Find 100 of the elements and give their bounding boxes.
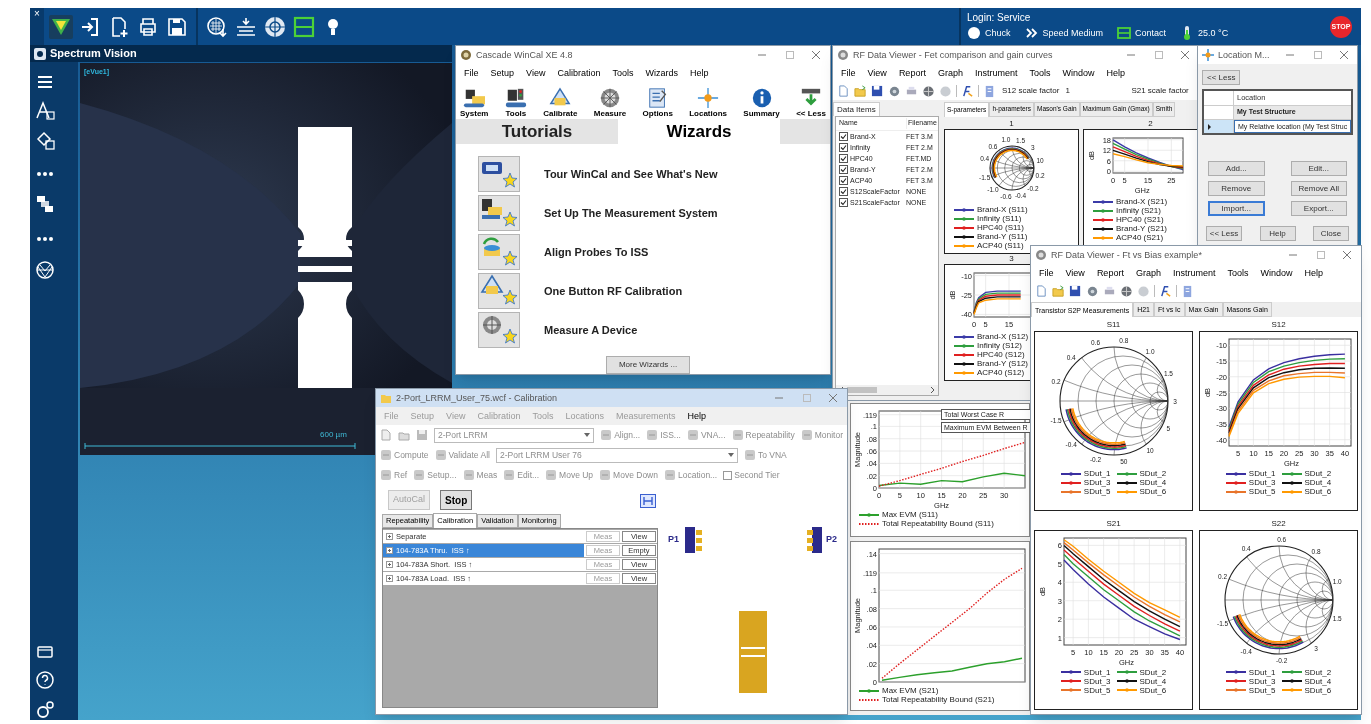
toolbar-button[interactable]: Setup... bbox=[413, 469, 457, 481]
toolbar-button[interactable]: ISS... bbox=[646, 429, 681, 441]
close-icon[interactable] bbox=[1337, 50, 1350, 60]
close-icon[interactable] bbox=[1341, 250, 1353, 260]
menu-item[interactable]: Setup bbox=[490, 68, 515, 78]
app-logo-icon[interactable] bbox=[49, 14, 73, 39]
menu-item[interactable]: View bbox=[526, 68, 546, 78]
checkbox[interactable]: Second Tier bbox=[723, 468, 780, 482]
dialog-button[interactable]: Close bbox=[1313, 226, 1349, 241]
function-icon[interactable] bbox=[961, 84, 974, 98]
export-icon[interactable] bbox=[888, 84, 901, 98]
checkbox[interactable] bbox=[839, 176, 848, 185]
menu-item[interactable]: Window bbox=[1062, 68, 1095, 78]
method-dropdown[interactable]: 2-Port LRRM bbox=[434, 427, 595, 443]
save-icon[interactable] bbox=[871, 84, 884, 98]
toolbar-button[interactable]: Meas bbox=[462, 469, 498, 481]
close-icon[interactable] bbox=[1179, 50, 1191, 60]
wizard-item[interactable]: Align Probes To ISS bbox=[478, 234, 830, 270]
checkbox[interactable] bbox=[839, 143, 848, 152]
toolbar-button[interactable]: Validate All bbox=[434, 449, 490, 461]
menu-item[interactable]: Instrument bbox=[1172, 268, 1216, 278]
export-icon[interactable] bbox=[1086, 284, 1099, 298]
checkbox[interactable] bbox=[839, 187, 848, 196]
toolbar-button[interactable]: Monitor bbox=[800, 429, 843, 441]
menu-item[interactable]: Instrument bbox=[974, 68, 1018, 78]
dialog-button[interactable]: Remove bbox=[1208, 181, 1265, 196]
menu-item[interactable]: Graph bbox=[1135, 268, 1161, 278]
toolbar-button[interactable]: Move Down bbox=[599, 469, 658, 481]
calibration-dropdown[interactable]: 2-Port LRRM User 76 bbox=[495, 447, 738, 463]
dialog-button[interactable]: Add... bbox=[1208, 161, 1265, 176]
menu-item[interactable]: Help bbox=[687, 411, 707, 421]
menu-item[interactable]: Tools bbox=[612, 68, 634, 78]
toolbar-button[interactable]: Compute bbox=[380, 449, 429, 461]
menu-item[interactable]: File bbox=[1039, 268, 1054, 278]
menu-item[interactable]: Graph bbox=[937, 68, 963, 78]
toolbar-button[interactable]: << Less bbox=[796, 87, 826, 118]
toolbar-button[interactable]: Edit... bbox=[503, 469, 540, 481]
menu-item[interactable]: View bbox=[1065, 268, 1085, 278]
dialog-button[interactable]: Help bbox=[1259, 226, 1296, 241]
toolbar-button[interactable]: VNA... bbox=[686, 429, 726, 441]
menu-item[interactable]: Report bbox=[898, 68, 926, 78]
toolbar-button[interactable]: Location... bbox=[664, 469, 718, 481]
close-icon[interactable] bbox=[827, 393, 839, 403]
dialog-button[interactable]: << Less bbox=[1206, 226, 1242, 241]
toolbar-button[interactable]: Tools bbox=[504, 87, 527, 118]
wizard-item[interactable]: Measure A Device bbox=[478, 312, 830, 348]
wizard-item[interactable]: Tour WinCal and See What's New bbox=[478, 156, 830, 192]
menu-item[interactable]: Help bbox=[1106, 68, 1125, 78]
dialog-button[interactable]: Edit... bbox=[1290, 161, 1347, 176]
toolbar-button[interactable]: Repeatability bbox=[731, 429, 795, 441]
toolbar-button[interactable]: Move Up bbox=[545, 469, 594, 481]
toolbar-button[interactable]: Options bbox=[642, 87, 673, 118]
toolbar-button[interactable]: Ref bbox=[380, 469, 408, 481]
dialog-button[interactable]: Export... bbox=[1290, 201, 1347, 216]
horizontal-scrollbar[interactable] bbox=[836, 385, 938, 395]
menu-item[interactable]: Wizards bbox=[645, 68, 678, 78]
toolbar-button[interactable]: Align... bbox=[600, 429, 641, 441]
toolbar-button[interactable]: Measure bbox=[593, 87, 627, 118]
menu-item[interactable]: Window bbox=[1260, 268, 1293, 278]
checkbox[interactable] bbox=[839, 165, 848, 174]
wizard-item[interactable]: One Button RF Calibration bbox=[478, 273, 830, 309]
menu-item[interactable]: File bbox=[841, 68, 856, 78]
globe-icon[interactable] bbox=[922, 84, 935, 98]
mesh-globe-icon[interactable] bbox=[35, 260, 55, 280]
target-icon[interactable] bbox=[263, 14, 287, 39]
menu-item[interactable]: Help bbox=[689, 68, 709, 78]
toolbar-button[interactable]: Locations bbox=[689, 87, 727, 118]
bracket-icon[interactable] bbox=[640, 494, 656, 508]
toolbar-button[interactable]: To VNA bbox=[743, 449, 787, 461]
toolbar-button[interactable]: Calibrate bbox=[543, 87, 578, 118]
dialog-button[interactable]: Import... bbox=[1208, 201, 1265, 216]
text-grid-icon[interactable] bbox=[35, 100, 55, 120]
checkbox[interactable] bbox=[839, 132, 848, 141]
panel-icon[interactable] bbox=[292, 14, 316, 39]
toolbar-button[interactable]: System bbox=[460, 87, 489, 118]
close-button[interactable]: × bbox=[34, 9, 40, 19]
menu-item[interactable]: Report bbox=[1096, 268, 1124, 278]
stop-button[interactable]: Stop bbox=[440, 490, 473, 510]
less-button[interactable]: << Less bbox=[1202, 70, 1241, 85]
save-icon[interactable] bbox=[1069, 284, 1082, 298]
toolbar-button[interactable]: Summary bbox=[743, 87, 780, 118]
wizard-item[interactable]: Set Up The Measurement System bbox=[478, 195, 830, 231]
menu-item[interactable]: File bbox=[464, 68, 479, 78]
globe-icon[interactable] bbox=[1120, 284, 1133, 298]
layers-icon[interactable] bbox=[35, 194, 55, 214]
dialog-button[interactable]: Remove All bbox=[1290, 181, 1347, 196]
checkbox[interactable] bbox=[839, 154, 848, 163]
help-icon[interactable] bbox=[35, 670, 55, 690]
function-icon[interactable] bbox=[1159, 284, 1172, 298]
settings-icon[interactable] bbox=[35, 700, 55, 720]
shapes-icon[interactable] bbox=[35, 130, 55, 150]
menu-item[interactable]: Calibration bbox=[557, 68, 601, 78]
menu-item[interactable]: Tools bbox=[1227, 268, 1249, 278]
menu-item[interactable]: Tools bbox=[1029, 68, 1051, 78]
tab[interactable]: Wizards bbox=[618, 119, 780, 144]
checkbox[interactable] bbox=[839, 198, 848, 207]
menu-item[interactable]: View bbox=[867, 68, 887, 78]
menu-item[interactable]: Help bbox=[1304, 268, 1323, 278]
close-icon[interactable] bbox=[810, 50, 822, 60]
tab[interactable]: Data Items bbox=[833, 102, 880, 116]
